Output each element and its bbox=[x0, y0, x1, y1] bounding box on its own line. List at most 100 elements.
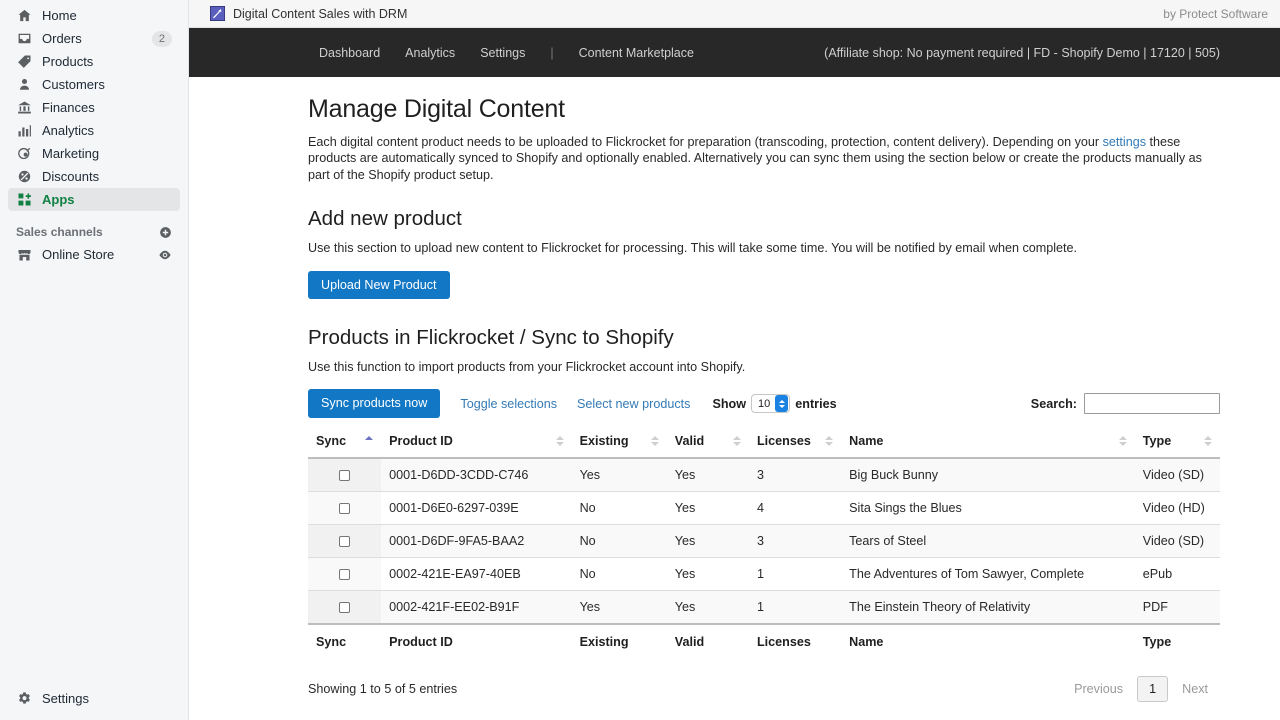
sync-checkbox[interactable] bbox=[339, 470, 350, 481]
sidebar-item-analytics[interactable]: Analytics bbox=[8, 119, 180, 142]
sidebar-item-apps[interactable]: Apps bbox=[8, 188, 180, 211]
home-icon bbox=[16, 8, 32, 24]
settings-link[interactable]: settings bbox=[1103, 135, 1146, 149]
add-sales-channel-icon[interactable] bbox=[158, 225, 172, 239]
select-new-products-link[interactable]: Select new products bbox=[577, 397, 690, 411]
sync-checkbox[interactable] bbox=[339, 503, 350, 514]
th-sync[interactable]: Sync bbox=[308, 428, 381, 458]
sync-checkbox[interactable] bbox=[339, 536, 350, 547]
entries-label: entries bbox=[795, 397, 836, 411]
cell-sync[interactable] bbox=[308, 557, 381, 590]
marketing-target-icon bbox=[16, 146, 32, 162]
toggle-selections-link[interactable]: Toggle selections bbox=[460, 397, 557, 411]
entries-select-value: 10 bbox=[758, 398, 775, 410]
sidebar-item-orders[interactable]: Orders 2 bbox=[8, 27, 180, 50]
page-1-button[interactable]: 1 bbox=[1137, 676, 1168, 702]
th-name[interactable]: Name bbox=[841, 428, 1135, 458]
cell-licenses: 3 bbox=[749, 458, 841, 492]
sort-arrow-icon bbox=[556, 436, 564, 448]
sidebar-item-finances[interactable]: Finances bbox=[8, 96, 180, 119]
cell-existing: No bbox=[572, 491, 667, 524]
sidebar-item-online-store[interactable]: Online Store bbox=[8, 243, 180, 266]
cell-product-id: 0002-421F-EE02-B91F bbox=[381, 590, 571, 624]
app-vendor: by Protect Software bbox=[1163, 7, 1268, 21]
sidebar-footer: Settings bbox=[0, 687, 188, 710]
sync-search-box: Search: bbox=[1031, 393, 1220, 414]
sync-table-footer: Showing 1 to 5 of 5 entries Previous 1 N… bbox=[308, 674, 1220, 704]
app-header-bar: Digital Content Sales with DRM by Protec… bbox=[189, 0, 1280, 28]
sidebar: Home Orders 2 Products Customers Finance… bbox=[0, 0, 189, 720]
cell-type: Video (HD) bbox=[1135, 491, 1220, 524]
table-header-row: Sync Product ID Existing Valid Licenses … bbox=[308, 428, 1220, 458]
cell-sync[interactable] bbox=[308, 524, 381, 557]
th-label: Sync bbox=[316, 434, 346, 448]
shop-info: (Affiliate shop: No payment required | F… bbox=[824, 46, 1280, 60]
th-label: Valid bbox=[675, 434, 704, 448]
nav-settings[interactable]: Settings bbox=[480, 46, 525, 60]
sidebar-item-settings[interactable]: Settings bbox=[8, 687, 180, 710]
page-title: Manage Digital Content bbox=[308, 95, 1220, 124]
sync-checkbox[interactable] bbox=[339, 602, 350, 613]
cell-name: Tears of Steel bbox=[841, 524, 1135, 557]
analytics-bars-icon bbox=[16, 123, 32, 139]
th-existing[interactable]: Existing bbox=[572, 428, 667, 458]
pagination: Previous 1 Next bbox=[1064, 676, 1218, 702]
th-licenses[interactable]: Licenses bbox=[749, 428, 841, 458]
sidebar-item-marketing[interactable]: Marketing bbox=[8, 142, 180, 165]
cell-product-id: 0001-D6DF-9FA5-BAA2 bbox=[381, 524, 571, 557]
chevron-updown-icon[interactable] bbox=[775, 395, 788, 412]
sidebar-item-label: Orders bbox=[42, 32, 142, 45]
sidebar-item-discounts[interactable]: Discounts bbox=[8, 165, 180, 188]
show-label: Show bbox=[712, 397, 746, 411]
sync-show-entries: Show 10 entries bbox=[712, 394, 836, 413]
sidebar-item-label: Finances bbox=[42, 101, 172, 114]
cell-valid: Yes bbox=[667, 557, 749, 590]
th-valid[interactable]: Valid bbox=[667, 428, 749, 458]
sidebar-item-customers[interactable]: Customers bbox=[8, 73, 180, 96]
table-row: 0002-421F-EE02-B91FYesYes1The Einstein T… bbox=[308, 590, 1220, 624]
sync-products-now-button[interactable]: Sync products now bbox=[308, 389, 440, 418]
th-label: Existing bbox=[580, 434, 629, 448]
preview-eye-icon[interactable] bbox=[158, 248, 172, 262]
sort-arrow-icon bbox=[651, 436, 659, 448]
sidebar-item-label: Settings bbox=[42, 692, 172, 705]
nav-content-marketplace[interactable]: Content Marketplace bbox=[579, 46, 694, 60]
cell-valid: Yes bbox=[667, 458, 749, 492]
nav-dashboard[interactable]: Dashboard bbox=[319, 46, 380, 60]
search-label: Search: bbox=[1031, 397, 1077, 411]
app-title: Digital Content Sales with DRM bbox=[233, 7, 407, 21]
cell-product-id: 0001-D6E0-6297-039E bbox=[381, 491, 571, 524]
add-product-desc: Use this section to upload new content t… bbox=[308, 240, 1220, 256]
tf-licenses: Licenses bbox=[749, 624, 841, 658]
cell-sync[interactable] bbox=[308, 458, 381, 492]
search-input[interactable] bbox=[1084, 393, 1220, 414]
cell-valid: Yes bbox=[667, 590, 749, 624]
sort-arrow-icon bbox=[1119, 436, 1127, 448]
next-page-button[interactable]: Next bbox=[1172, 682, 1218, 696]
cell-licenses: 3 bbox=[749, 524, 841, 557]
entries-select[interactable]: 10 bbox=[751, 394, 790, 413]
table-row: 0001-D6DD-3CDD-C746YesYes3Big Buck Bunny… bbox=[308, 458, 1220, 492]
tf-name: Name bbox=[841, 624, 1135, 658]
sync-table-toolbar: Sync products now Toggle selections Sele… bbox=[308, 390, 1220, 418]
cell-name: Sita Sings the Blues bbox=[841, 491, 1135, 524]
th-product-id[interactable]: Product ID bbox=[381, 428, 571, 458]
tf-type: Type bbox=[1135, 624, 1220, 658]
online-store-icon bbox=[16, 247, 32, 263]
tf-existing: Existing bbox=[572, 624, 667, 658]
upload-new-product-button[interactable]: Upload New Product bbox=[308, 271, 450, 300]
cell-sync[interactable] bbox=[308, 491, 381, 524]
apps-grid-icon bbox=[16, 192, 32, 208]
th-type[interactable]: Type bbox=[1135, 428, 1220, 458]
sync-checkbox[interactable] bbox=[339, 569, 350, 580]
cell-sync[interactable] bbox=[308, 590, 381, 624]
add-product-title: Add new product bbox=[308, 207, 1220, 231]
cell-product-id: 0001-D6DD-3CDD-C746 bbox=[381, 458, 571, 492]
previous-page-button[interactable]: Previous bbox=[1064, 682, 1133, 696]
sync-section-desc: Use this function to import products fro… bbox=[308, 359, 1220, 375]
sales-channels-label: Sales channels bbox=[16, 225, 103, 239]
sidebar-item-home[interactable]: Home bbox=[8, 4, 180, 27]
sidebar-item-label: Home bbox=[42, 9, 172, 22]
sidebar-item-products[interactable]: Products bbox=[8, 50, 180, 73]
nav-analytics[interactable]: Analytics bbox=[405, 46, 455, 60]
